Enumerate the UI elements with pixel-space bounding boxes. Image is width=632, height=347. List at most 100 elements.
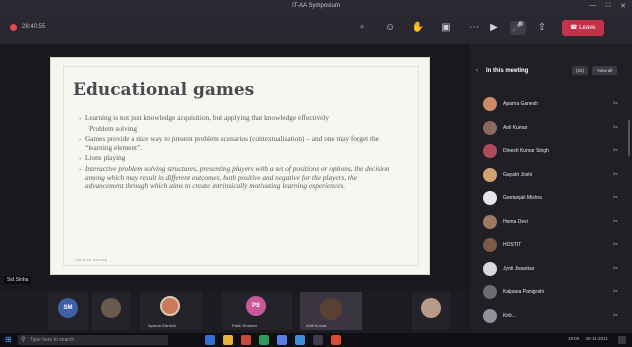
slide-title: Educational games <box>73 80 255 100</box>
participant-list-item[interactable]: Aparna Ganesh ✂ <box>478 94 624 118</box>
avatar <box>421 298 441 318</box>
panel-title: In this meeting <box>486 68 529 74</box>
mic-off-icon: ✂ <box>612 124 618 131</box>
avatar <box>483 144 497 158</box>
mic-off-icon: ✂ <box>612 171 618 178</box>
taskbar-app-icon[interactable] <box>205 335 215 345</box>
mic-off-icon: ✂ <box>612 312 618 319</box>
participant-list-item[interactable]: Anil Kumar ✂ <box>478 118 624 142</box>
clock-time: 19:05 <box>568 336 580 341</box>
more-icon[interactable]: ⋯ <box>467 21 481 35</box>
participant-list-item[interactable]: HOSTIT ✂ <box>478 235 624 259</box>
taskbar-app-icon[interactable] <box>223 335 233 345</box>
participant-name: Dinesh Kumar Singh <box>503 148 549 154</box>
chat-icon[interactable]: ▫ <box>355 21 369 35</box>
panel-scrollbar[interactable] <box>628 120 630 156</box>
windows-start-icon[interactable]: ⊞ <box>5 336 13 344</box>
window-title: IT-AA Symposium <box>292 3 340 9</box>
reactions-icon[interactable]: ☺ <box>383 21 397 35</box>
taskbar-apps <box>205 335 341 345</box>
raise-hand-icon[interactable]: ✋ <box>411 21 425 35</box>
taskbar-app-icon[interactable] <box>259 335 269 345</box>
participant-tile[interactable]: SM <box>48 292 88 330</box>
slide-body: Learning is not just knowledge acquisiti… <box>79 113 397 193</box>
participant-name: Kalpana Panigrahi <box>503 289 544 295</box>
presentation-slide: Educational games Learning is not just k… <box>50 57 430 275</box>
slide-bullet: Games provide a nice way to present prob… <box>79 134 397 152</box>
slide-bullet: Learning is not just knowledge acquisiti… <box>79 113 397 123</box>
taskbar-search[interactable]: ⚲ Type here to search <box>18 335 168 345</box>
mic-off-icon: ✂ <box>612 218 618 225</box>
participant-list: Aparna Ganesh ✂ Anil Kumar ✂ Dinesh Kumar Si… <box>478 94 624 329</box>
recording-icon <box>10 24 17 31</box>
mic-off-icon: ✂ <box>612 242 618 248</box>
avatar <box>483 214 497 229</box>
participant-name: Aparna Ganesh <box>148 323 177 328</box>
chevron-left-icon[interactable]: ‹ <box>476 68 478 74</box>
avatar <box>160 296 180 316</box>
avatar <box>483 238 497 252</box>
camera-icon[interactable]: ▶ <box>486 21 502 35</box>
view-all-button[interactable]: View all <box>592 66 618 75</box>
taskbar-app-icon[interactable] <box>241 335 251 345</box>
participant-tile[interactable] <box>92 292 130 330</box>
participant-tile[interactable] <box>412 292 450 330</box>
slide-footer: Game for learning <box>75 257 108 262</box>
slide-sub-bullet: Problem solving <box>89 123 138 133</box>
shared-content: Educational games Learning is not just k… <box>0 44 470 290</box>
toolbar-actions: ▫ ☺ ✋ ▣ ⋯ <box>355 21 481 35</box>
system-tray: 19:05 30-11-2021 <box>568 336 608 341</box>
participant-list-item[interactable]: Kirti... ✂ <box>478 306 624 330</box>
participant-name: Anil Kumar <box>503 124 528 131</box>
presenter-name: Sid Sinha <box>4 276 32 284</box>
participant-list-item[interactable]: Dinesh Kumar Singh ✂ <box>478 141 624 165</box>
mic-off-icon: ✂ <box>612 265 618 272</box>
participant-list-item[interactable]: Jyoti Jiwankar ✂ <box>478 259 624 283</box>
notification-icon[interactable] <box>618 336 626 344</box>
participant-list-item[interactable]: Geetanjali Mishra ✂ <box>478 188 624 212</box>
avatar <box>483 285 497 299</box>
participant-tile[interactable]: Aparna Ganesh <box>140 292 202 330</box>
mic-off-icon: ✂ <box>612 148 618 154</box>
avatar <box>101 298 121 318</box>
mic-off-icon: ✂ <box>612 195 618 201</box>
slide-bullet: Lions playing <box>79 154 397 163</box>
avatar <box>483 191 497 205</box>
search-icon: ⚲ <box>21 337 26 343</box>
participants-panel: ‹ In this meeting (22) View all Aparna G… <box>470 44 632 333</box>
mic-off-icon: ✂ <box>612 101 618 107</box>
avatar: SM <box>58 298 78 318</box>
panel-header: ‹ In this meeting (22) View all <box>476 66 626 80</box>
leave-label: Leave <box>579 25 596 31</box>
taskbar-app-icon[interactable] <box>331 335 341 345</box>
leave-button[interactable]: ☎ Leave <box>562 20 604 36</box>
toolbar-media: ▶ 🎤 ⇧ ☎ Leave <box>486 20 604 36</box>
taskbar-app-icon[interactable] <box>277 335 287 345</box>
os-taskbar: ⊞ ⚲ Type here to search 19:05 30-11-2021 <box>0 333 632 347</box>
taskbar-app-icon[interactable] <box>313 335 323 345</box>
participant-video-tile[interactable]: Aditi Kumar <box>300 292 362 330</box>
close-button[interactable]: ✕ <box>620 2 626 10</box>
title-bar: IT-AA Symposium — □ ✕ <box>0 0 632 14</box>
phone-icon: ☎ <box>570 25 578 31</box>
participant-count: (22) <box>572 66 589 75</box>
meeting-toolbar: 28:40:55 ▫ ☺ ✋ ▣ ⋯ ▶ 🎤 ⇧ ☎ Leave <box>0 14 632 44</box>
breakout-icon[interactable]: ▣ <box>439 21 453 35</box>
avatar <box>483 308 497 323</box>
maximize-button[interactable]: □ <box>606 2 610 10</box>
avatar <box>320 298 342 320</box>
participant-name: Jyoti Jiwankar <box>503 265 535 272</box>
participant-name: Aditi Kumar <box>306 323 327 328</box>
search-placeholder: Type here to search <box>30 337 75 343</box>
participant-tile[interactable]: PS Parth Sharma <box>222 292 292 330</box>
participant-list-item[interactable]: Kalpana Panigrahi ✂ <box>478 282 624 306</box>
participant-name: HOSTIT <box>503 242 522 248</box>
share-icon[interactable]: ⇧ <box>534 21 550 35</box>
participant-list-item[interactable]: Gayatri Joshi ✂ <box>478 165 624 189</box>
mic-off-icon: ✂ <box>612 289 618 295</box>
minimize-button[interactable]: — <box>589 2 596 10</box>
participant-strip: SM Aparna Ganesh PS Parth Sharma Aditi K… <box>0 290 470 333</box>
participant-list-item[interactable]: Hema Devi ✂ <box>478 212 624 236</box>
taskbar-app-icon[interactable] <box>295 335 305 345</box>
mic-icon[interactable]: 🎤 <box>510 21 526 35</box>
